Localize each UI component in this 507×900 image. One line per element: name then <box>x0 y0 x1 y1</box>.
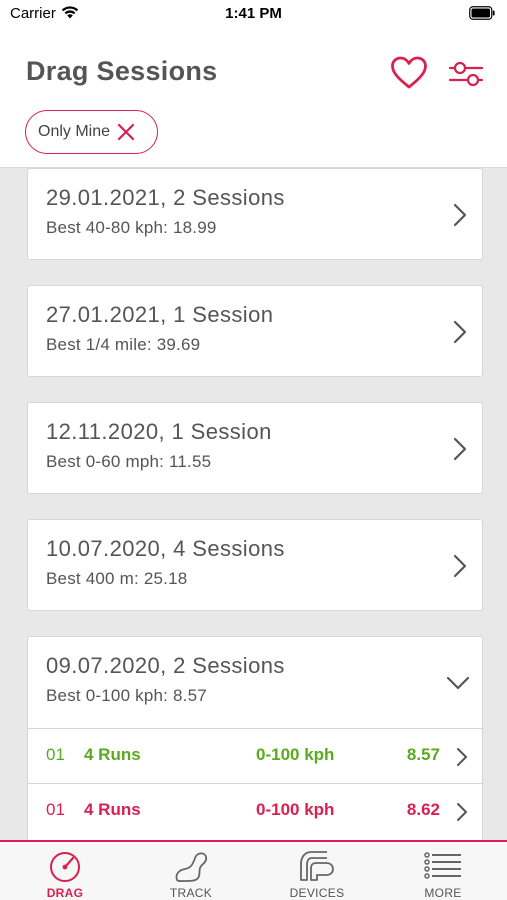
session-best: Best 1/4 mile: 39.69 <box>46 335 201 354</box>
status-bar: Carrier 1:41 PM <box>0 0 507 28</box>
session-title: 10.07.2020, 4 Sessions <box>46 536 285 561</box>
run-count: 4 Runs <box>84 800 141 819</box>
session-title: 29.01.2021, 2 Sessions <box>46 185 285 210</box>
tab-label: DRAG <box>46 886 84 900</box>
status-time: 1:41 PM <box>225 5 282 22</box>
only-mine-filter-chip[interactable]: Only Mine <box>25 110 158 154</box>
session-card[interactable]: 12.11.2020, 1 Session Best 0-60 mph: 11.… <box>27 402 483 494</box>
chevron-right-icon <box>453 203 467 227</box>
chevron-right-icon <box>457 803 467 821</box>
session-card[interactable]: 29.01.2021, 2 Sessions Best 40-80 kph: 1… <box>27 168 483 260</box>
session-title: 27.01.2021, 1 Session <box>46 302 274 327</box>
run-number: 01 <box>46 800 65 819</box>
page-title: Drag Sessions <box>26 56 218 86</box>
favorite-heart-icon[interactable] <box>390 56 428 90</box>
run-type: 0-100 kph <box>256 745 335 764</box>
menu-icon <box>424 852 461 879</box>
tab-bar: DRAG TRACK DEVICES MORE <box>0 840 507 900</box>
run-number: 01 <box>46 745 65 764</box>
session-card[interactable]: 27.01.2021, 1 Session Best 1/4 mile: 39.… <box>27 285 483 377</box>
tab-label: MORE <box>424 886 462 900</box>
gauge-icon <box>50 852 80 882</box>
session-best: Best 0-100 kph: 8.57 <box>46 686 207 705</box>
battery-icon <box>469 6 495 20</box>
session-title: 09.07.2020, 2 Sessions <box>46 653 285 678</box>
chevron-right-icon <box>457 748 467 766</box>
run-type: 0-100 kph <box>256 800 335 819</box>
track-icon <box>175 852 208 882</box>
chevron-down-icon[interactable] <box>446 675 470 691</box>
session-title: 12.11.2020, 1 Session <box>46 419 272 444</box>
chevron-right-icon <box>453 320 467 344</box>
devices-icon <box>300 851 334 881</box>
chevron-right-icon <box>453 554 467 578</box>
tab-label: TRACK <box>169 886 213 900</box>
run-row[interactable]: 01 4 Runs 0-100 kph 8.62 <box>28 783 484 838</box>
session-best: Best 40-80 kph: 18.99 <box>46 218 217 237</box>
session-card-expanded[interactable]: 09.07.2020, 2 Sessions Best 0-100 kph: 8… <box>27 636 484 840</box>
close-icon[interactable] <box>116 122 136 142</box>
run-row[interactable]: 01 4 Runs 0-100 kph 8.57 <box>28 728 484 783</box>
chevron-right-icon <box>453 437 467 461</box>
session-best: Best 0-60 mph: 11.55 <box>46 452 212 471</box>
run-count: 4 Runs <box>84 745 141 764</box>
filter-sliders-icon[interactable] <box>448 58 484 90</box>
session-best: Best 400 m: 25.18 <box>46 569 188 588</box>
page-header: Drag Sessions Only Mine <box>0 28 507 168</box>
session-card[interactable]: 10.07.2020, 4 Sessions Best 400 m: 25.18 <box>27 519 483 611</box>
chip-label: Only Mine <box>38 123 111 140</box>
run-time: 8.57 <box>406 745 440 764</box>
sessions-list[interactable]: 29.01.2021, 2 Sessions Best 40-80 kph: 1… <box>0 168 507 840</box>
tab-devices[interactable]: DEVICES <box>254 842 380 900</box>
tab-label: DEVICES <box>289 886 345 900</box>
tab-track[interactable]: TRACK <box>128 842 254 900</box>
run-time: 8.62 <box>406 800 440 819</box>
tab-drag[interactable]: DRAG <box>2 842 128 900</box>
tab-more[interactable]: MORE <box>380 842 506 900</box>
